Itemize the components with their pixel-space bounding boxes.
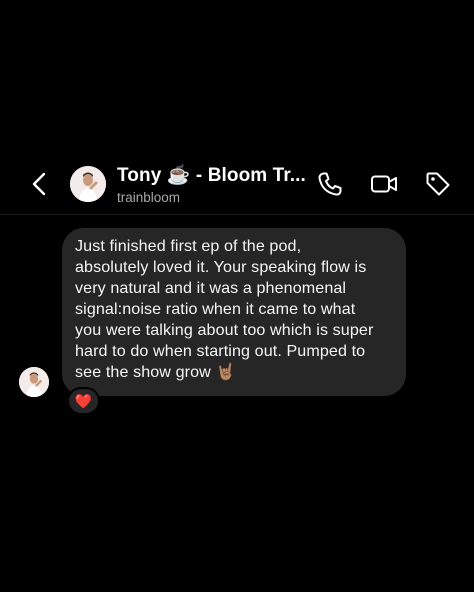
message-row: Just finished first ep of the pod, absol… <box>0 228 474 418</box>
chat-header: Tony ☕ - Bloom Tr... trainbloom <box>0 160 474 214</box>
label-button[interactable] <box>424 170 452 198</box>
tag-icon <box>426 172 450 196</box>
header-divider <box>0 214 474 215</box>
sender-avatar[interactable] <box>19 367 49 397</box>
contact-avatar[interactable] <box>70 166 106 202</box>
phone-icon <box>318 172 342 196</box>
person-avatar-icon <box>70 166 106 202</box>
heart-reaction[interactable]: ❤️ <box>67 387 100 415</box>
back-button[interactable] <box>26 170 54 198</box>
video-camera-icon <box>371 175 397 193</box>
message-bubble[interactable]: Just finished first ep of the pod, absol… <box>62 228 406 396</box>
audio-call-button[interactable] <box>316 170 344 198</box>
video-call-button[interactable] <box>370 170 398 198</box>
contact-username: trainbloom <box>117 190 181 205</box>
contact-name: Tony ☕ - Bloom Tr... <box>117 165 306 186</box>
contact-info[interactable]: Tony ☕ - Bloom Tr... trainbloom <box>117 164 307 207</box>
person-avatar-icon <box>19 367 49 397</box>
chevron-left-icon <box>32 172 46 196</box>
